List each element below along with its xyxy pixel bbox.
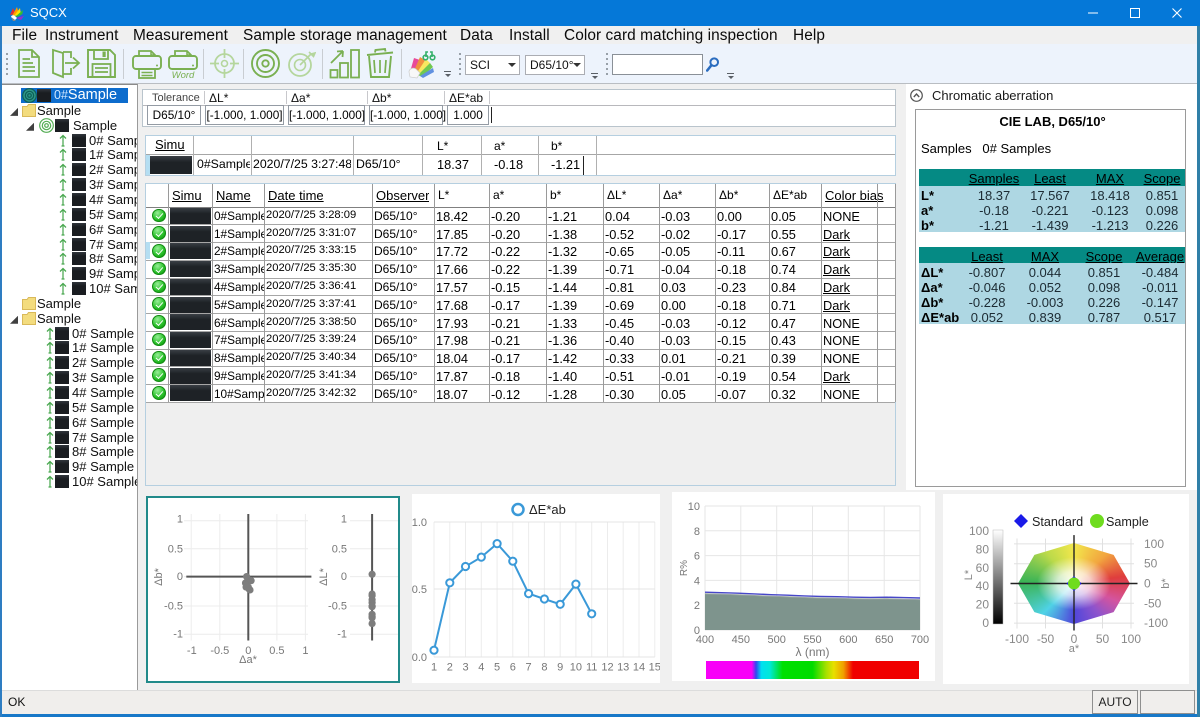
svg-text:Δb*: Δb* xyxy=(153,567,165,585)
svg-text:1: 1 xyxy=(341,514,347,526)
svg-text:9: 9 xyxy=(557,662,563,674)
svg-text:λ (nm): λ (nm) xyxy=(796,645,830,659)
svg-text:50: 50 xyxy=(1096,632,1110,646)
svg-text:L*: L* xyxy=(963,569,975,580)
svg-text:Standard: Standard xyxy=(1032,515,1083,529)
svg-text:500: 500 xyxy=(768,634,786,646)
svg-text:-1: -1 xyxy=(173,629,183,641)
svg-text:6: 6 xyxy=(510,662,516,674)
svg-text:Δa*: Δa* xyxy=(239,654,257,666)
svg-text:14: 14 xyxy=(633,662,645,674)
svg-text:-0.5: -0.5 xyxy=(328,601,347,613)
svg-text:8: 8 xyxy=(541,662,547,674)
svg-text:0.5: 0.5 xyxy=(332,543,347,555)
svg-text:0: 0 xyxy=(177,571,183,583)
svg-text:8: 8 xyxy=(694,526,700,538)
svg-text:80: 80 xyxy=(976,542,990,556)
svg-text:5: 5 xyxy=(494,662,500,674)
svg-text:0: 0 xyxy=(1144,577,1151,591)
svg-text:10: 10 xyxy=(570,662,582,674)
svg-text:400: 400 xyxy=(696,634,714,646)
svg-text:650: 650 xyxy=(875,634,893,646)
svg-text:50: 50 xyxy=(1144,557,1158,571)
svg-text:1: 1 xyxy=(431,662,437,674)
svg-text:15: 15 xyxy=(649,662,660,674)
svg-text:12: 12 xyxy=(601,662,613,674)
svg-text:0: 0 xyxy=(982,616,989,630)
svg-text:0.5: 0.5 xyxy=(269,645,284,657)
svg-text:600: 600 xyxy=(839,634,857,646)
svg-text:2: 2 xyxy=(694,600,700,612)
svg-text:100: 100 xyxy=(1144,537,1164,551)
svg-text:-0.5: -0.5 xyxy=(164,601,183,613)
svg-text:0.5: 0.5 xyxy=(412,584,427,596)
svg-text:450: 450 xyxy=(732,634,750,646)
svg-text:-1: -1 xyxy=(187,645,197,657)
svg-text:100: 100 xyxy=(969,524,989,538)
svg-text:0.5: 0.5 xyxy=(168,543,183,555)
svg-text:-0.5: -0.5 xyxy=(210,645,229,657)
svg-text:11: 11 xyxy=(586,662,597,674)
svg-text:-100: -100 xyxy=(1144,616,1168,630)
svg-text:4: 4 xyxy=(694,575,700,587)
svg-text:-50: -50 xyxy=(1144,596,1162,610)
svg-text:0: 0 xyxy=(341,571,347,583)
svg-text:1: 1 xyxy=(302,645,308,657)
svg-text:3: 3 xyxy=(462,662,468,674)
svg-text:ΔL*: ΔL* xyxy=(318,567,330,585)
svg-text:a*: a* xyxy=(1069,643,1080,655)
svg-text:6: 6 xyxy=(694,551,700,563)
svg-text:Sample: Sample xyxy=(1106,515,1149,529)
svg-text:0.0: 0.0 xyxy=(412,652,427,664)
svg-text:-100: -100 xyxy=(1005,632,1029,646)
svg-text:R%: R% xyxy=(679,560,690,576)
svg-text:4: 4 xyxy=(478,662,484,674)
svg-text:100: 100 xyxy=(1121,632,1141,646)
svg-text:-1: -1 xyxy=(337,629,347,641)
svg-text:20: 20 xyxy=(976,598,990,612)
svg-text:Word: Word xyxy=(172,70,195,80)
svg-text:7: 7 xyxy=(526,662,532,674)
svg-text:60: 60 xyxy=(976,561,990,575)
svg-text:1: 1 xyxy=(177,514,183,526)
svg-text:700: 700 xyxy=(911,634,929,646)
svg-text:13: 13 xyxy=(617,662,629,674)
svg-text:2: 2 xyxy=(447,662,453,674)
svg-text:-50: -50 xyxy=(1037,632,1055,646)
svg-text:40: 40 xyxy=(976,579,990,593)
svg-text:10: 10 xyxy=(688,501,700,513)
svg-text:1.0: 1.0 xyxy=(412,517,427,529)
svg-text:ΔE*ab: ΔE*ab xyxy=(529,502,566,517)
svg-text:b*: b* xyxy=(1160,578,1172,589)
